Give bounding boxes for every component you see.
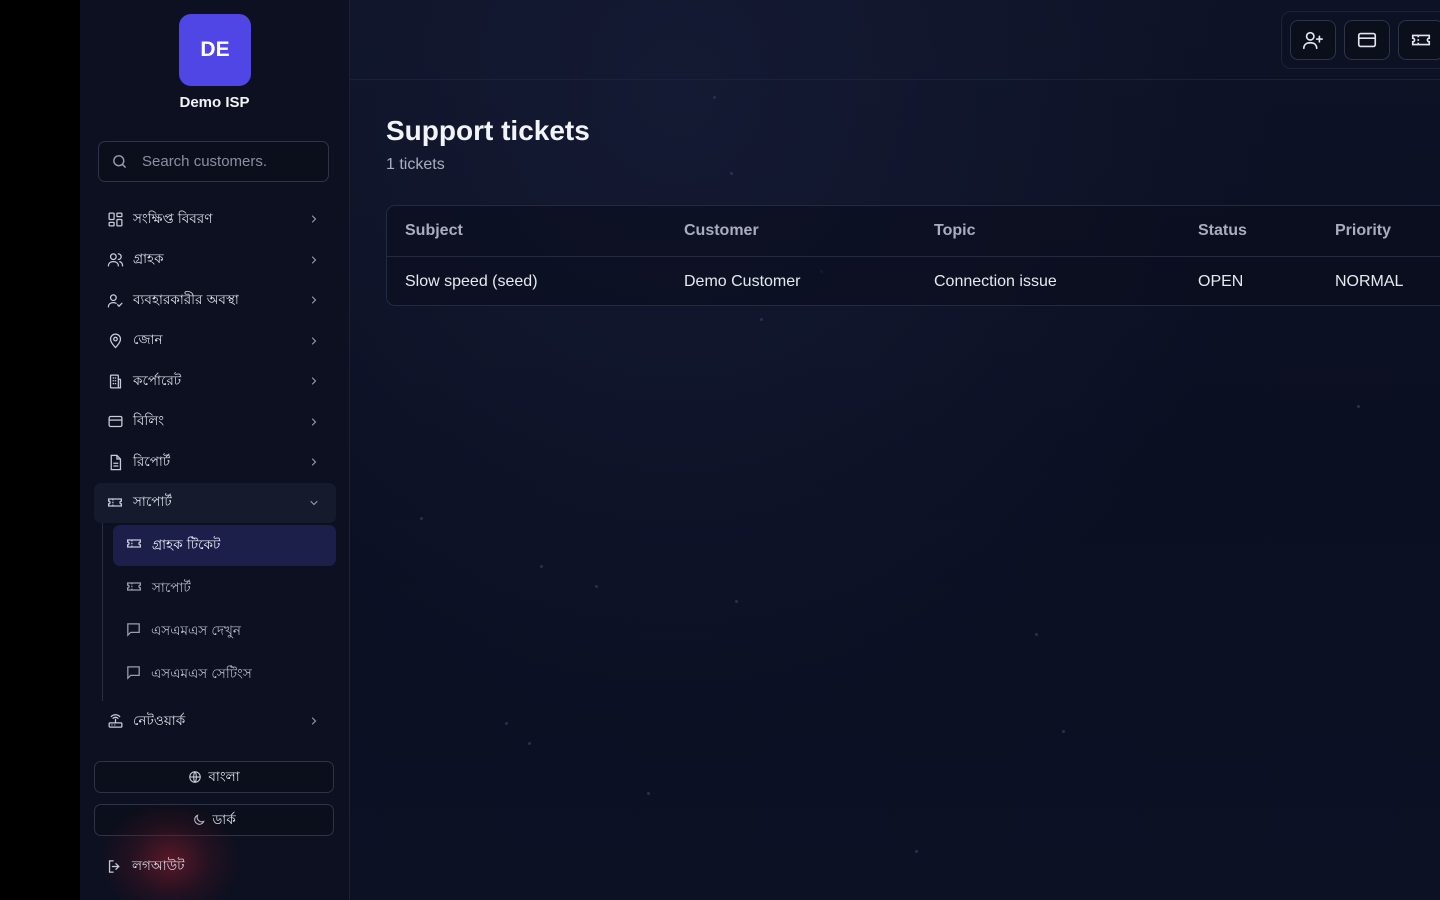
ticket-icon (125, 578, 143, 599)
ticket-icon (106, 494, 124, 512)
cell-customer: Demo Customer (684, 273, 801, 290)
search-icon (113, 155, 126, 168)
column-header-status[interactable]: Status (1198, 206, 1247, 256)
ticket-icon (125, 535, 143, 556)
user-plus-icon (1303, 31, 1323, 50)
credit-card-icon (106, 413, 124, 431)
add-customer-button[interactable] (1290, 20, 1336, 60)
table-header: Subject Customer Topic Status Priority (387, 206, 1440, 257)
chevron-right-icon (311, 296, 317, 304)
sidebar-item-label: নেটওয়ার্ক (133, 712, 186, 729)
sidebar-item-label: কর্পোরেট (133, 372, 182, 389)
subnav-item-sms-settings[interactable]: এসএমএস সেটিংস (113, 654, 336, 695)
sidebar-item-label: গ্রাহক (133, 251, 164, 268)
chevron-right-icon (311, 337, 317, 345)
sidebar-item-user-status[interactable]: ব্যবহারকারীর অবস্থা (94, 280, 336, 321)
cell-priority: NORMAL (1335, 273, 1404, 290)
main-content: Support tickets 1 tickets Subject Custom… (350, 0, 1440, 900)
file-text-icon (106, 453, 124, 471)
subnav-item-label: গ্রাহক টিকেট (152, 537, 221, 553)
cell-status: OPEN (1198, 273, 1244, 290)
sidebar-item-customers[interactable]: গ্রাহক (94, 240, 336, 281)
table-row[interactable]: Slow speed (seed) Demo Customer Connecti… (387, 257, 1440, 305)
topbar (350, 0, 1440, 80)
users-icon (106, 251, 124, 269)
column-header-priority[interactable]: Priority (1335, 206, 1391, 256)
theme-button[interactable]: ডার্ক (94, 804, 334, 836)
sidebar-item-support[interactable]: সাপোর্ট (94, 482, 336, 523)
brand-logo: DE (179, 14, 251, 86)
cell-subject: Slow speed (seed) (405, 273, 538, 290)
sidebar-item-overview[interactable]: সংক্ষিপ্ত বিবরণ (94, 199, 336, 240)
language-button[interactable]: বাংলা (94, 761, 334, 793)
sidebar-item-label: সংক্ষিপ্ত বিবরণ (133, 210, 213, 227)
sidebar-item-corporate[interactable]: কর্পোরেট (94, 361, 336, 402)
moon-icon (194, 814, 206, 825)
brand-initials: DE (200, 38, 230, 61)
support-subnav: গ্রাহক টিকেট সাপোর্ট এসএমএস দেখুন এসএমএস… (102, 523, 336, 701)
subnav-item-customer-ticket[interactable]: গ্রাহক টিকেট (113, 525, 336, 566)
language-button-label: বাংলা (208, 768, 240, 785)
sidebar-item-billing[interactable]: বিলিং (94, 402, 336, 443)
sidebar-item-report[interactable]: রিপোর্ট (94, 442, 336, 483)
globe-icon (189, 771, 202, 783)
sidebar-item-label: রিপোর্ট (133, 453, 171, 470)
sidebar-item-label: সাপোর্ট (133, 494, 172, 511)
column-header-topic[interactable]: Topic (934, 206, 975, 256)
sidebar-item-label: বিলিং (133, 413, 165, 430)
chevron-right-icon (311, 377, 317, 385)
chevron-down-icon (310, 500, 318, 506)
logout-button[interactable]: লগআউট (94, 846, 185, 886)
subnav-item-sms-view[interactable]: এসএমএস দেখুন (113, 611, 336, 652)
left-gutter (0, 0, 80, 900)
logout-label: লগআউট (132, 857, 185, 874)
chevron-right-icon (311, 215, 317, 223)
chevron-right-icon (311, 458, 317, 466)
cell-topic: Connection issue (934, 273, 1057, 290)
sidebar-item-label: ব্যবহারকারীর অবস্থা (133, 291, 239, 308)
brand-name: Demo ISP (179, 94, 250, 111)
sidebar-item-network[interactable]: নেটওয়ার্ক (94, 701, 336, 742)
subnav-item-support[interactable]: সাপোর্ট (113, 568, 336, 609)
dashboard-icon (106, 210, 124, 228)
subnav-item-label: এসএমএস দেখুন (151, 623, 241, 639)
theme-button-label: ডার্ক (212, 811, 236, 828)
building-icon (106, 372, 124, 390)
logout-icon (108, 859, 120, 873)
sidebar-item-label: জোন (133, 332, 163, 349)
router-icon (106, 712, 124, 730)
column-header-customer[interactable]: Customer (684, 206, 759, 256)
billing-button[interactable] (1344, 20, 1390, 60)
message-icon (125, 664, 142, 685)
tickets-table: Subject Customer Topic Status Priority S… (386, 205, 1440, 306)
ticket-count: 1 tickets (386, 156, 445, 173)
ticket-button[interactable] (1398, 20, 1440, 60)
ticket-icon (1411, 34, 1431, 46)
sidebar-nav: সংক্ষিপ্ত বিবরণ গ্রাহক ব্যবহারকারীর অবস্… (94, 199, 336, 742)
search-input[interactable] (140, 152, 324, 171)
search-box[interactable] (98, 141, 329, 182)
sidebar: DE Demo ISP সংক্ষিপ্ত বিবরণ গ্রাহক ব্যবহ… (80, 0, 350, 900)
credit-card-icon (1357, 32, 1377, 48)
subnav-item-label: সাপোর্ট (152, 580, 191, 596)
chevron-right-icon (311, 717, 317, 725)
message-icon (125, 621, 142, 642)
chevron-right-icon (311, 256, 317, 264)
column-header-subject[interactable]: Subject (405, 206, 463, 256)
map-pin-icon (106, 332, 124, 350)
top-actions (1281, 11, 1440, 69)
user-check-icon (106, 291, 124, 309)
chevron-right-icon (311, 418, 317, 426)
sidebar-item-zone[interactable]: জোন (94, 321, 336, 362)
subnav-item-label: এসএমএস সেটিংস (151, 666, 252, 682)
page-title: Support tickets (386, 115, 590, 146)
